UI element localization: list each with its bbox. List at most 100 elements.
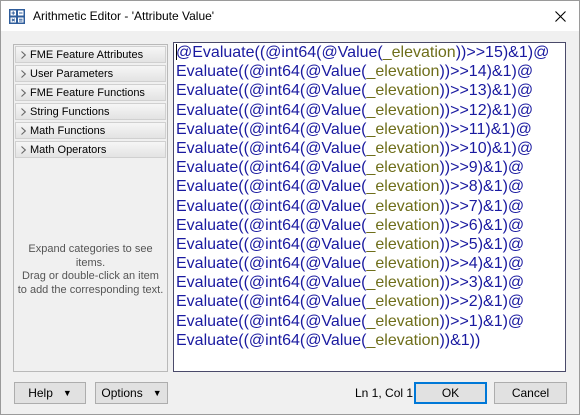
category-panel: FME Feature Attributes User Parameters F…: [13, 44, 168, 372]
function-token: @Value: [305, 255, 362, 273]
operator-token: ))>>3)&1)@: [439, 274, 525, 292]
operator-token: ((: [238, 274, 249, 292]
function-token: @int64: [248, 101, 300, 119]
function-token: @int64: [265, 44, 317, 61]
arithmetic-editor-window: Arithmetic Editor - 'Attribute Value' FM…: [0, 0, 580, 415]
expression-line: Evaluate((@int64(@Value(_elevation))>>7)…: [176, 197, 565, 216]
expression-line: Evaluate((@int64(@Value(_elevation))>>12…: [176, 101, 565, 120]
function-token: @Value: [321, 44, 378, 61]
help-dropdown-button[interactable]: Help ▼: [14, 382, 86, 404]
category-hint-text: Expand categories to see items. Drag or …: [14, 243, 167, 297]
function-token: @Value: [305, 293, 362, 311]
expression-line: @Evaluate((@int64(@Value(_elevation))>>1…: [176, 43, 565, 62]
operator-token: ((: [238, 235, 249, 253]
function-token: Evaluate: [176, 274, 239, 292]
category-fme-feature-functions[interactable]: FME Feature Functions: [15, 84, 166, 101]
category-fme-feature-attributes[interactable]: FME Feature Attributes: [15, 46, 166, 63]
hint-line: Expand categories to see items.: [28, 243, 153, 269]
attribute-token: _elevation: [366, 312, 440, 330]
operator-token: ))>>4)&1)@: [439, 255, 525, 273]
hint-line: Drag or double-click an item: [22, 270, 159, 282]
function-token: @int64: [248, 255, 300, 273]
category-user-parameters[interactable]: User Parameters: [15, 65, 166, 82]
attribute-token: _elevation: [366, 101, 440, 119]
function-token: @int64: [248, 274, 300, 292]
attribute-token: _elevation: [366, 293, 440, 311]
function-token: Evaluate: [176, 101, 239, 119]
attribute-token: _elevation: [366, 159, 440, 177]
category-label: FME Feature Functions: [30, 86, 145, 99]
operator-token: ))>>5)&1)@: [439, 235, 525, 253]
function-token: @int64: [248, 63, 300, 81]
operator-token: ((: [238, 178, 249, 196]
expression-line: Evaluate((@int64(@Value(_elevation))&1)): [176, 331, 565, 350]
function-token: @Value: [305, 197, 362, 215]
function-token: Evaluate: [176, 63, 239, 81]
function-token: Evaluate: [176, 216, 239, 234]
attribute-token: _elevation: [366, 63, 440, 81]
function-token: @int64: [248, 293, 300, 311]
category-math-functions[interactable]: Math Functions: [15, 122, 166, 139]
dropdown-arrow-icon: ▼: [152, 388, 162, 398]
close-button[interactable]: [545, 3, 575, 29]
operator-token: ((: [238, 331, 249, 349]
calculator-icon: [9, 9, 25, 24]
function-token: Evaluate: [176, 82, 239, 100]
function-token: @int64: [248, 120, 300, 138]
operator-token: ))&1)): [439, 331, 481, 349]
function-token: @Value: [305, 274, 362, 292]
expression-line: Evaluate((@int64(@Value(_elevation))>>13…: [176, 81, 565, 100]
operator-token: ))>>6)&1)@: [439, 216, 525, 234]
function-token: @int64: [248, 235, 300, 253]
function-token: @Value: [305, 101, 362, 119]
category-math-operators[interactable]: Math Operators: [15, 141, 166, 158]
category-label: Math Functions: [30, 124, 106, 137]
cancel-label: Cancel: [511, 386, 550, 400]
operator-token: ((: [238, 82, 249, 100]
operator-token: ((: [238, 63, 249, 81]
expression-line: Evaluate((@int64(@Value(_elevation))>>9)…: [176, 158, 565, 177]
operator-token: ((: [238, 255, 249, 273]
category-string-functions[interactable]: String Functions: [15, 103, 166, 120]
function-token: @Value: [305, 235, 362, 253]
function-token: @Value: [305, 178, 362, 196]
category-label: String Functions: [30, 105, 110, 118]
attribute-token: _elevation: [366, 139, 440, 157]
function-token: @Value: [305, 159, 362, 177]
attribute-token: _elevation: [366, 178, 440, 196]
operator-token: ((: [238, 293, 249, 311]
category-label: FME Feature Attributes: [30, 48, 144, 61]
operator-token: ((: [238, 120, 249, 138]
expression-editor[interactable]: @Evaluate((@int64(@Value(_elevation))>>1…: [173, 42, 566, 372]
operator-token: ((: [238, 101, 249, 119]
close-icon: [554, 10, 566, 22]
category-label: Math Operators: [30, 143, 107, 156]
title-bar[interactable]: Arithmetic Editor - 'Attribute Value': [1, 1, 579, 31]
attribute-token: _elevation: [366, 274, 440, 292]
ok-button[interactable]: OK: [414, 382, 487, 404]
hint-line: to add the corresponding text.: [17, 283, 164, 296]
chevron-right-icon: [16, 88, 30, 97]
operator-token: ((: [238, 197, 249, 215]
function-token: @int64: [248, 197, 300, 215]
expression-line: Evaluate((@int64(@Value(_elevation))>>1)…: [176, 312, 565, 331]
category-label: User Parameters: [30, 67, 114, 80]
operator-token: ))>>15)&1)@: [455, 44, 550, 61]
function-token: @int64: [248, 159, 300, 177]
expression-line: Evaluate((@int64(@Value(_elevation))>>8)…: [176, 177, 565, 196]
operator-token: ((: [254, 44, 266, 61]
attribute-token: _elevation: [366, 216, 440, 234]
dropdown-arrow-icon: ▼: [62, 388, 72, 398]
function-token: Evaluate: [176, 235, 239, 253]
operator-token: ))>>2)&1)@: [439, 293, 525, 311]
attribute-token: _elevation: [366, 82, 440, 100]
expression-line: Evaluate((@int64(@Value(_elevation))>>10…: [176, 139, 565, 158]
operator-token: ))>>12)&1)@: [439, 101, 534, 119]
attribute-token: _elevation: [366, 235, 440, 253]
cancel-button[interactable]: Cancel: [494, 382, 567, 404]
help-label: Help: [28, 386, 53, 400]
expression-line: Evaluate((@int64(@Value(_elevation))>>5)…: [176, 235, 565, 254]
function-token: @Value: [305, 216, 362, 234]
options-dropdown-button[interactable]: Options ▼: [95, 382, 168, 404]
expression-line: Evaluate((@int64(@Value(_elevation))>>3)…: [176, 273, 565, 292]
